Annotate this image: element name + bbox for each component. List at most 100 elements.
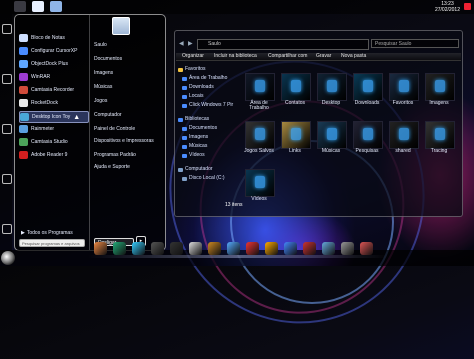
nav-item[interactable]: Documentos: [182, 126, 217, 131]
toolbar-burn[interactable]: Gravar: [316, 53, 331, 60]
videos-icon[interactable]: [245, 169, 275, 197]
item-label: Downloads: [354, 100, 380, 106]
nav-item[interactable]: Click Windows 7 Pir: [182, 103, 233, 108]
desktop-icon-1[interactable]: [14, 1, 26, 12]
nav-label: Click Windows 7 Pir: [189, 102, 234, 108]
nav-item[interactable]: Vídeos: [182, 153, 205, 158]
contacts-icon[interactable]: [281, 73, 311, 101]
item-label: Contatos: [284, 100, 305, 106]
saved-games-icon[interactable]: [245, 121, 275, 149]
strip-button-4[interactable]: [2, 174, 12, 184]
toolbar-share[interactable]: Compartilhar com: [268, 53, 307, 60]
start-menu-programs: Bloco de Notas Configurar CursorXP Objec…: [15, 15, 89, 250]
place-item[interactable]: Programas Padrão: [94, 153, 136, 158]
nav-label: Disco Local (C:): [189, 175, 225, 181]
program-item[interactable]: Bloco de Notas: [19, 33, 87, 43]
program-item[interactable]: ObjectDock Plus: [19, 59, 87, 69]
program-item-selected[interactable]: Desktop Icon Toy ▲: [19, 111, 89, 123]
desktop-icon-2[interactable]: [32, 1, 44, 12]
links-icon[interactable]: [281, 121, 311, 149]
dock-app-icon[interactable]: [322, 242, 335, 255]
strip-button-2[interactable]: [2, 74, 12, 84]
dock-app-icon[interactable]: [132, 242, 145, 255]
program-item[interactable]: RocketDock: [19, 98, 87, 108]
nav-label: Bibliotecas: [185, 116, 210, 122]
dock-app-icon[interactable]: [227, 242, 240, 255]
item-label: Jogos Salvos: [244, 148, 274, 154]
shared-folder-icon[interactable]: [389, 121, 419, 149]
program-label: Rainmeter: [31, 126, 55, 132]
forward-arrow-icon[interactable]: ▶: [188, 40, 193, 47]
nav-item[interactable]: Locais: [182, 94, 203, 99]
user-avatar[interactable]: [112, 17, 130, 35]
program-item[interactable]: Adobe Reader 9: [19, 150, 87, 160]
desktop-icon[interactable]: [245, 73, 275, 101]
dock-app-icon[interactable]: [303, 242, 316, 255]
program-item[interactable]: Camtasia Studio: [19, 137, 87, 147]
strip-button-5[interactable]: [2, 224, 12, 234]
nav-item[interactable]: Músicas: [182, 144, 207, 149]
music-icon[interactable]: [317, 121, 347, 149]
program-label: Configurar CursorXP: [31, 48, 78, 54]
all-programs-link[interactable]: ▶ Todos os Programas: [21, 230, 73, 236]
place-item[interactable]: Painel de Controle: [94, 127, 135, 132]
toolbar-organize[interactable]: Organizar: [182, 53, 204, 60]
folder-icon: [178, 67, 183, 72]
start-orb-button[interactable]: [1, 251, 15, 265]
item-label: Músicas: [321, 148, 341, 154]
program-item[interactable]: Configurar CursorXP: [19, 46, 87, 56]
favorites-icon[interactable]: [389, 73, 419, 101]
strip-button-3[interactable]: [2, 124, 12, 134]
back-arrow-icon[interactable]: ◀: [179, 40, 184, 47]
place-item[interactable]: Ajuda e Suporte: [94, 165, 130, 170]
nav-item[interactable]: Downloads: [182, 85, 214, 90]
item-label: shared: [395, 148, 411, 154]
notification-flag-icon[interactable]: [464, 3, 471, 10]
explorer-search-input[interactable]: Pesquisar Saulo: [371, 39, 459, 48]
place-item[interactable]: Músicas: [94, 85, 112, 90]
tile-glyph: [399, 80, 409, 92]
program-item[interactable]: WinRAR: [19, 72, 87, 82]
place-item[interactable]: Imagens: [94, 71, 113, 76]
searches-icon[interactable]: [353, 121, 383, 149]
place-item[interactable]: Jogos: [94, 99, 107, 104]
program-label: RocketDock: [31, 100, 58, 106]
toolbar-new-folder[interactable]: Nova pasta: [341, 53, 366, 60]
desktop-icon-3[interactable]: [50, 1, 62, 12]
strip-button-1[interactable]: [2, 24, 12, 34]
dock-shelf: [88, 255, 388, 258]
dock-app-icon[interactable]: [208, 242, 221, 255]
dock-app-icon[interactable]: [360, 242, 373, 255]
nav-label: Imagens: [189, 134, 209, 140]
downloads-icon[interactable]: [353, 73, 383, 101]
dock-app-icon[interactable]: [113, 242, 126, 255]
tracing-icon[interactable]: [425, 121, 455, 149]
clock[interactable]: 13:23 27/02/2012: [435, 1, 460, 13]
place-item[interactable]: Documentos: [94, 57, 122, 62]
dock-app-icon[interactable]: [284, 242, 297, 255]
dock-app-icon[interactable]: [151, 242, 164, 255]
toolbar-include-library[interactable]: Incluir na biblioteca: [214, 53, 257, 60]
nav-section-header[interactable]: Favoritos: [178, 67, 206, 72]
nav-item[interactable]: Imagens: [182, 135, 208, 140]
desktop-folder-icon[interactable]: [317, 73, 347, 101]
place-item[interactable]: Dispositivos e Impressoras: [94, 139, 164, 144]
start-search-input[interactable]: Pesquisar programas e arquivos: [19, 239, 85, 247]
pictures-icon[interactable]: [425, 73, 455, 101]
nav-section-header[interactable]: Bibliotecas: [178, 117, 209, 122]
address-bar[interactable]: Saulo: [197, 39, 369, 50]
nav-item[interactable]: Área de Trabalho: [182, 76, 227, 81]
nav-item[interactable]: Disco Local (C:): [182, 176, 225, 181]
dock-app-icon[interactable]: [189, 242, 202, 255]
program-item[interactable]: Camtasia Recorder: [19, 85, 87, 95]
dock-app-icon[interactable]: [265, 242, 278, 255]
dock-app-icon[interactable]: [94, 242, 107, 255]
dock-icon: [19, 60, 28, 68]
place-item[interactable]: Computador: [94, 113, 122, 118]
dock-app-icon[interactable]: [170, 242, 183, 255]
dock-app-icon[interactable]: [246, 242, 259, 255]
nav-section-header[interactable]: Computador: [178, 167, 213, 172]
place-item[interactable]: Saulo: [94, 43, 107, 48]
dock-app-icon[interactable]: [341, 242, 354, 255]
program-item[interactable]: Rainmeter: [19, 124, 87, 134]
